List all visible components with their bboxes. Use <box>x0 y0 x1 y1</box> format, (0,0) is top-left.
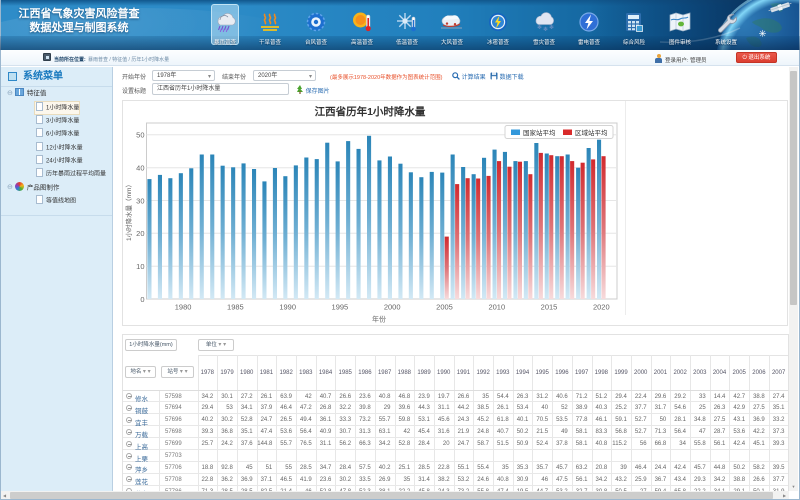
svg-text:区域站平均: 区域站平均 <box>575 128 608 137</box>
svg-text:2020: 2020 <box>593 303 610 312</box>
svg-text:1990: 1990 <box>279 303 296 312</box>
svg-text:50: 50 <box>136 131 144 140</box>
svg-text:❄: ❄ <box>537 24 542 31</box>
svg-text:30: 30 <box>136 196 144 205</box>
svg-text:2000: 2000 <box>384 303 401 312</box>
svg-text:1995: 1995 <box>332 303 349 312</box>
svg-text:1小时降水量（mm）: 1小时降水量（mm） <box>124 181 133 241</box>
svg-text:1980: 1980 <box>175 303 192 312</box>
svg-text:2010: 2010 <box>488 303 505 312</box>
svg-text:10: 10 <box>136 262 144 271</box>
svg-text:2015: 2015 <box>541 303 558 312</box>
svg-text:年份: 年份 <box>372 315 386 324</box>
svg-text:0: 0 <box>140 295 144 304</box>
svg-text:❄: ❄ <box>549 24 554 31</box>
svg-text:江西省历年1小时降水量: 江西省历年1小时降水量 <box>315 105 426 118</box>
svg-text:40: 40 <box>136 164 144 173</box>
svg-text:20: 20 <box>136 229 144 238</box>
svg-text:❄: ❄ <box>543 26 548 33</box>
svg-text:1985: 1985 <box>227 303 244 312</box>
svg-text:2005: 2005 <box>436 303 453 312</box>
svg-text:国家站平均: 国家站平均 <box>523 128 556 137</box>
